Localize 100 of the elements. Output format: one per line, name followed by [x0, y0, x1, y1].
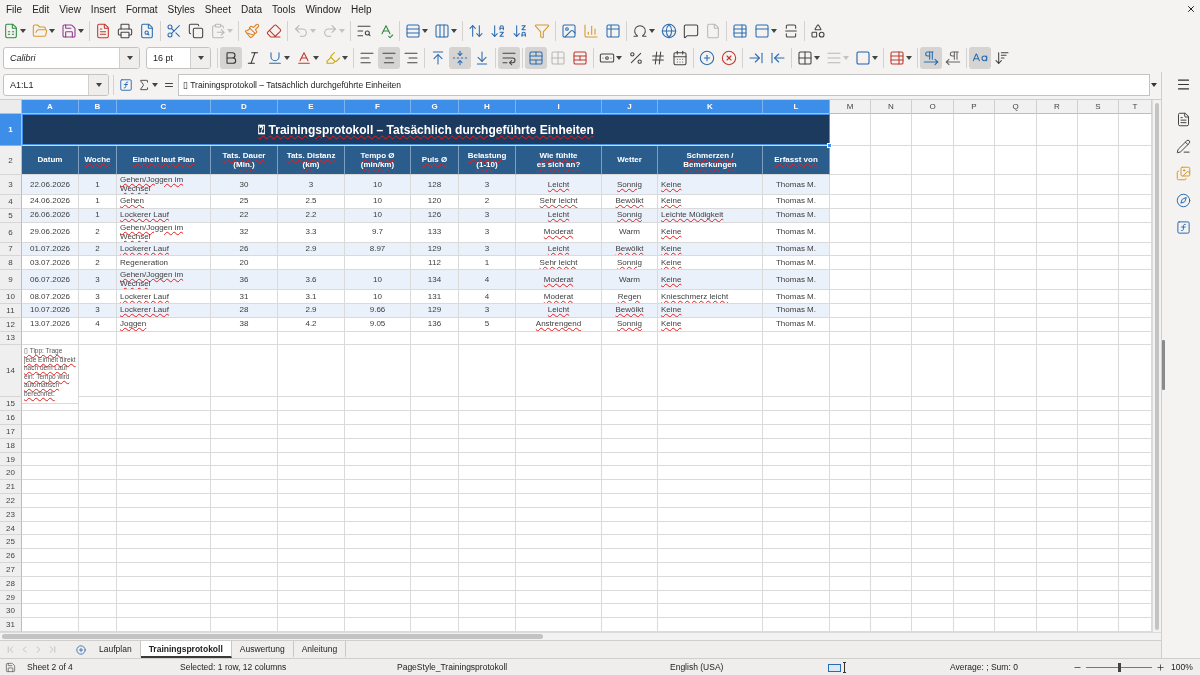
slider-thumb[interactable]	[1118, 663, 1121, 672]
column-heading: Datum	[22, 146, 79, 175]
plus-icon	[1156, 662, 1165, 672]
row-header[interactable]: 25	[0, 535, 22, 550]
menu-item[interactable]: Edit	[27, 2, 55, 16]
column-header[interactable]: S	[1078, 100, 1119, 114]
row-header[interactable]: 9	[0, 270, 22, 291]
menu-item[interactable]: Format	[120, 2, 163, 16]
row-header[interactable]: 22	[0, 494, 22, 508]
row-header[interactable]: 20	[0, 466, 22, 481]
caret-icon	[342, 56, 348, 60]
rectangle-cursor-icon	[828, 661, 848, 673]
zoom-slider[interactable]	[1086, 662, 1152, 672]
dropdown-button[interactable]	[190, 48, 210, 68]
wrap-text-button[interactable]	[498, 47, 520, 69]
caret-icon	[284, 56, 290, 60]
caret-icon	[422, 29, 428, 33]
scrollbar-thumb[interactable]	[2, 634, 543, 639]
column-heading: Schmerzen / Bemerkungen	[658, 146, 763, 175]
percent-icon	[628, 50, 644, 66]
row-header[interactable]: 2	[0, 146, 22, 175]
menu-item[interactable]: Tools	[267, 2, 301, 16]
name-box-field[interactable]: A1:L1	[3, 74, 109, 96]
row-header[interactable]: 27	[0, 563, 22, 577]
center-vertically-button[interactable]	[449, 47, 471, 69]
menu-item[interactable]: View	[54, 2, 86, 16]
sheet-tab[interactable]: Trainingsprotokoll	[140, 641, 232, 658]
table-cell: 128	[411, 175, 459, 195]
font-name-field[interactable]: Calibri	[3, 47, 140, 69]
omega-icon	[632, 23, 648, 39]
sidebar-handle[interactable]	[1162, 340, 1165, 390]
column-header[interactable]: M	[830, 100, 871, 114]
align-center-button[interactable]	[378, 47, 400, 69]
column-heading: Einheit laut Plan	[117, 146, 211, 175]
merge-center-button[interactable]	[525, 47, 547, 69]
row-header[interactable]: 30	[0, 604, 22, 619]
caret-icon	[339, 29, 345, 33]
copy-icon	[188, 23, 204, 39]
function-wizard-button[interactable]	[118, 77, 134, 93]
underline-icon	[267, 50, 283, 66]
table-cell: Leicht	[516, 175, 602, 195]
menu-item[interactable]: Sheet	[199, 2, 236, 16]
caret-icon	[843, 56, 849, 60]
row-header[interactable]: 8	[0, 256, 22, 271]
column-header[interactable]: R	[1037, 100, 1078, 114]
fill-handle[interactable]	[827, 143, 832, 148]
table-cell: 30	[211, 175, 278, 195]
scrollbar-thumb[interactable]	[1155, 103, 1159, 630]
column-header[interactable]: P	[954, 100, 995, 114]
menu-item[interactable]: Insert	[85, 2, 121, 16]
row-header[interactable]: 15	[0, 397, 22, 412]
vertical-scrollbar[interactable]	[1152, 100, 1161, 632]
menu-item[interactable]: Window	[300, 2, 346, 16]
arrows-down-icon	[994, 50, 1010, 66]
column-header[interactable]: Q	[995, 100, 1037, 114]
menu-item[interactable]: File	[1, 2, 28, 16]
row-header[interactable]: 4	[0, 195, 22, 209]
text-direction-button[interactable]	[969, 47, 991, 69]
row-header[interactable]: 26	[0, 549, 22, 563]
column-header[interactable]: O	[912, 100, 954, 114]
clipboard-icon	[210, 23, 226, 39]
table-cell: Sonnig	[602, 175, 658, 195]
row-header[interactable]: 6	[0, 222, 22, 243]
dropdown-button[interactable]	[119, 48, 139, 68]
formula-input-field[interactable]: ▯ Trainingsprotokoll – Tatsächlich durchgeführte Einheiten	[178, 74, 1150, 96]
bold-button[interactable]	[220, 47, 242, 69]
expand-formula-button[interactable]	[1150, 82, 1158, 88]
page-style-text: PageStyle_Trainingsprotokoll	[397, 662, 508, 672]
split-window-icon	[783, 23, 799, 39]
left-to-right-button[interactable]	[920, 47, 942, 69]
zoom-in-button[interactable]	[1155, 661, 1166, 673]
table-cell: Thomas M.	[763, 175, 830, 195]
sort-za-icon	[512, 23, 528, 39]
row-header[interactable]: 14	[0, 345, 22, 398]
close-button[interactable]	[1185, 3, 1197, 15]
columns-icon	[434, 23, 450, 39]
row-header[interactable]: 10	[0, 290, 22, 304]
bold-icon	[223, 50, 239, 66]
row-header[interactable]: 31	[0, 618, 22, 632]
menu-item[interactable]: Data	[235, 2, 268, 16]
caret-icon	[20, 29, 26, 33]
menu-item[interactable]: Help	[346, 2, 377, 16]
align-right-icon	[403, 50, 419, 66]
table-cell: 25	[211, 195, 278, 209]
search-icon	[356, 23, 372, 39]
table-icon	[889, 50, 905, 66]
row-header[interactable]: 3	[0, 175, 22, 195]
dropdown-button[interactable]	[88, 75, 108, 95]
menu-item[interactable]: Styles	[162, 2, 200, 16]
row-header[interactable]: 17	[0, 425, 22, 439]
column-heading: Belastung (1-10)	[459, 146, 516, 175]
font-size-field[interactable]: 16 pt	[146, 47, 211, 69]
paintbrush-icon	[244, 23, 260, 39]
row-header[interactable]: 16	[0, 411, 22, 426]
column-header[interactable]: N	[871, 100, 912, 114]
sum-text: Average: ; Sum: 0	[950, 662, 1018, 672]
column-header[interactable]: T	[1119, 100, 1152, 114]
row-header[interactable]: 21	[0, 480, 22, 495]
speech-bubble-icon	[683, 23, 699, 39]
wrap-text-icon	[501, 50, 517, 66]
